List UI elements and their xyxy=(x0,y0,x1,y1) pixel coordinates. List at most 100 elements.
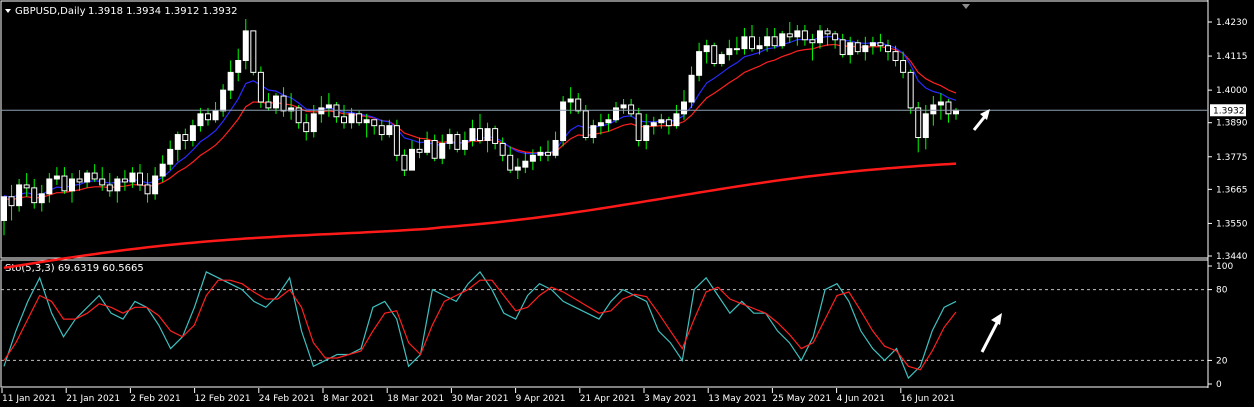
candle-body xyxy=(242,30,249,62)
candle-body xyxy=(250,30,257,73)
x-tick-label: 4 Jun 2021 xyxy=(837,394,885,404)
candle-body xyxy=(469,128,476,141)
candle-body xyxy=(273,95,279,109)
stochastic-main-line xyxy=(3,270,957,380)
candle-body xyxy=(325,104,332,109)
candle-body xyxy=(76,178,83,183)
candle-body xyxy=(628,104,635,115)
candle-body xyxy=(484,128,491,141)
candle-body xyxy=(847,42,854,56)
up-arrow-icon xyxy=(980,313,1002,353)
ohlc-label: 1.3918 1.3934 1.3912 1.3932 xyxy=(88,6,238,17)
candle-body xyxy=(416,148,423,153)
stoch-y-tick-label: 80 xyxy=(1216,286,1228,296)
candle-body xyxy=(401,154,408,171)
candle-body xyxy=(529,154,536,162)
candle-body xyxy=(174,134,181,150)
candle-body xyxy=(341,116,347,124)
candle-body xyxy=(590,125,597,139)
candle-body xyxy=(892,51,899,62)
candle-body xyxy=(371,119,378,127)
candle-body xyxy=(310,113,317,133)
candle-body xyxy=(930,104,937,115)
candle-body xyxy=(431,139,438,159)
candle-body xyxy=(545,151,551,156)
candle-body xyxy=(575,98,582,112)
candle-body xyxy=(854,42,861,53)
candle-body xyxy=(673,113,680,127)
candle-body xyxy=(144,184,151,195)
candle-body xyxy=(718,54,725,64)
y-tick-label: 1.3550 xyxy=(1216,219,1248,229)
candle-body xyxy=(726,48,733,56)
stoch-y-tick-label: 100 xyxy=(1216,262,1233,272)
candle-body xyxy=(817,30,823,44)
current-price-label: 1.3932 xyxy=(1213,106,1245,116)
ma-slow-line xyxy=(3,162,957,270)
candle-body xyxy=(38,193,45,204)
candle-body xyxy=(733,48,740,51)
candle-body xyxy=(212,110,219,121)
x-tick-label: 21 Apr 2021 xyxy=(580,394,636,404)
candle-body xyxy=(356,113,363,124)
candle-body xyxy=(862,45,869,53)
candle-body xyxy=(567,98,574,103)
candle-body xyxy=(1,196,7,221)
price-panel-frame xyxy=(0,0,1209,259)
candle-body xyxy=(205,113,211,121)
candle-body xyxy=(189,125,196,141)
x-tick-label: 18 Mar 2021 xyxy=(387,394,444,404)
candle-body xyxy=(91,172,98,180)
candle-body xyxy=(613,107,619,121)
candle-body xyxy=(69,178,75,192)
stochastic-marks xyxy=(1,270,1208,380)
candle-body xyxy=(461,139,468,150)
candle-body xyxy=(560,101,567,141)
y-tick-label: 1.4115 xyxy=(1216,52,1248,62)
candle-body xyxy=(877,42,884,47)
candle-body xyxy=(749,36,755,50)
indicator-panel-frame xyxy=(0,259,1209,388)
candle-body xyxy=(167,148,174,165)
chart-canvas[interactable]: GBPUSD,Daily 1.3918 1.3934 1.3912 1.3932… xyxy=(0,0,1254,407)
candle-body xyxy=(8,196,15,207)
candle-body xyxy=(582,110,589,139)
stochastic-signal-line xyxy=(3,279,957,371)
y-tick-label: 1.4000 xyxy=(1216,86,1248,96)
y-tick-label: 1.3665 xyxy=(1216,185,1248,195)
candle-body xyxy=(688,74,695,103)
candle-body xyxy=(907,71,914,109)
candle-body xyxy=(227,71,234,91)
candle-body xyxy=(665,119,672,127)
candle-body xyxy=(786,33,793,38)
candle-body xyxy=(514,166,521,171)
candle-body xyxy=(318,107,325,115)
candle-body xyxy=(409,148,415,171)
candle-body xyxy=(696,51,703,76)
dropdown-triangle-icon[interactable] xyxy=(5,9,11,13)
candle-body xyxy=(446,134,453,144)
x-tick-label: 3 May 2021 xyxy=(644,394,697,404)
x-tick-label: 9 Apr 2021 xyxy=(516,394,566,404)
candle-body xyxy=(454,134,461,150)
candle-body xyxy=(499,142,506,156)
candle-body xyxy=(424,139,431,153)
candle-body xyxy=(303,122,310,133)
candle-body xyxy=(23,184,30,189)
candle-body xyxy=(280,95,287,112)
candle-body xyxy=(635,113,642,141)
candle-body xyxy=(197,113,204,127)
candle-body xyxy=(220,89,227,112)
stoch-y-tick-label: 0 xyxy=(1216,380,1222,390)
candle-body xyxy=(658,119,665,124)
y-tick-label: 1.3775 xyxy=(1216,153,1248,163)
chart-shift-marker-icon[interactable] xyxy=(962,4,970,9)
x-tick-label: 13 May 2021 xyxy=(708,394,767,404)
candle-body xyxy=(61,175,68,192)
axis-marks: 1.4230 1.4115 1.4000 1.3890 1.3775 1.3665 1.35… xyxy=(1,18,1248,404)
x-tick-label: 12 Feb 2021 xyxy=(195,394,251,404)
candle-body xyxy=(650,122,657,127)
candle-body xyxy=(809,39,816,44)
candle-body xyxy=(152,175,159,195)
x-tick-label: 24 Feb 2021 xyxy=(259,394,315,404)
